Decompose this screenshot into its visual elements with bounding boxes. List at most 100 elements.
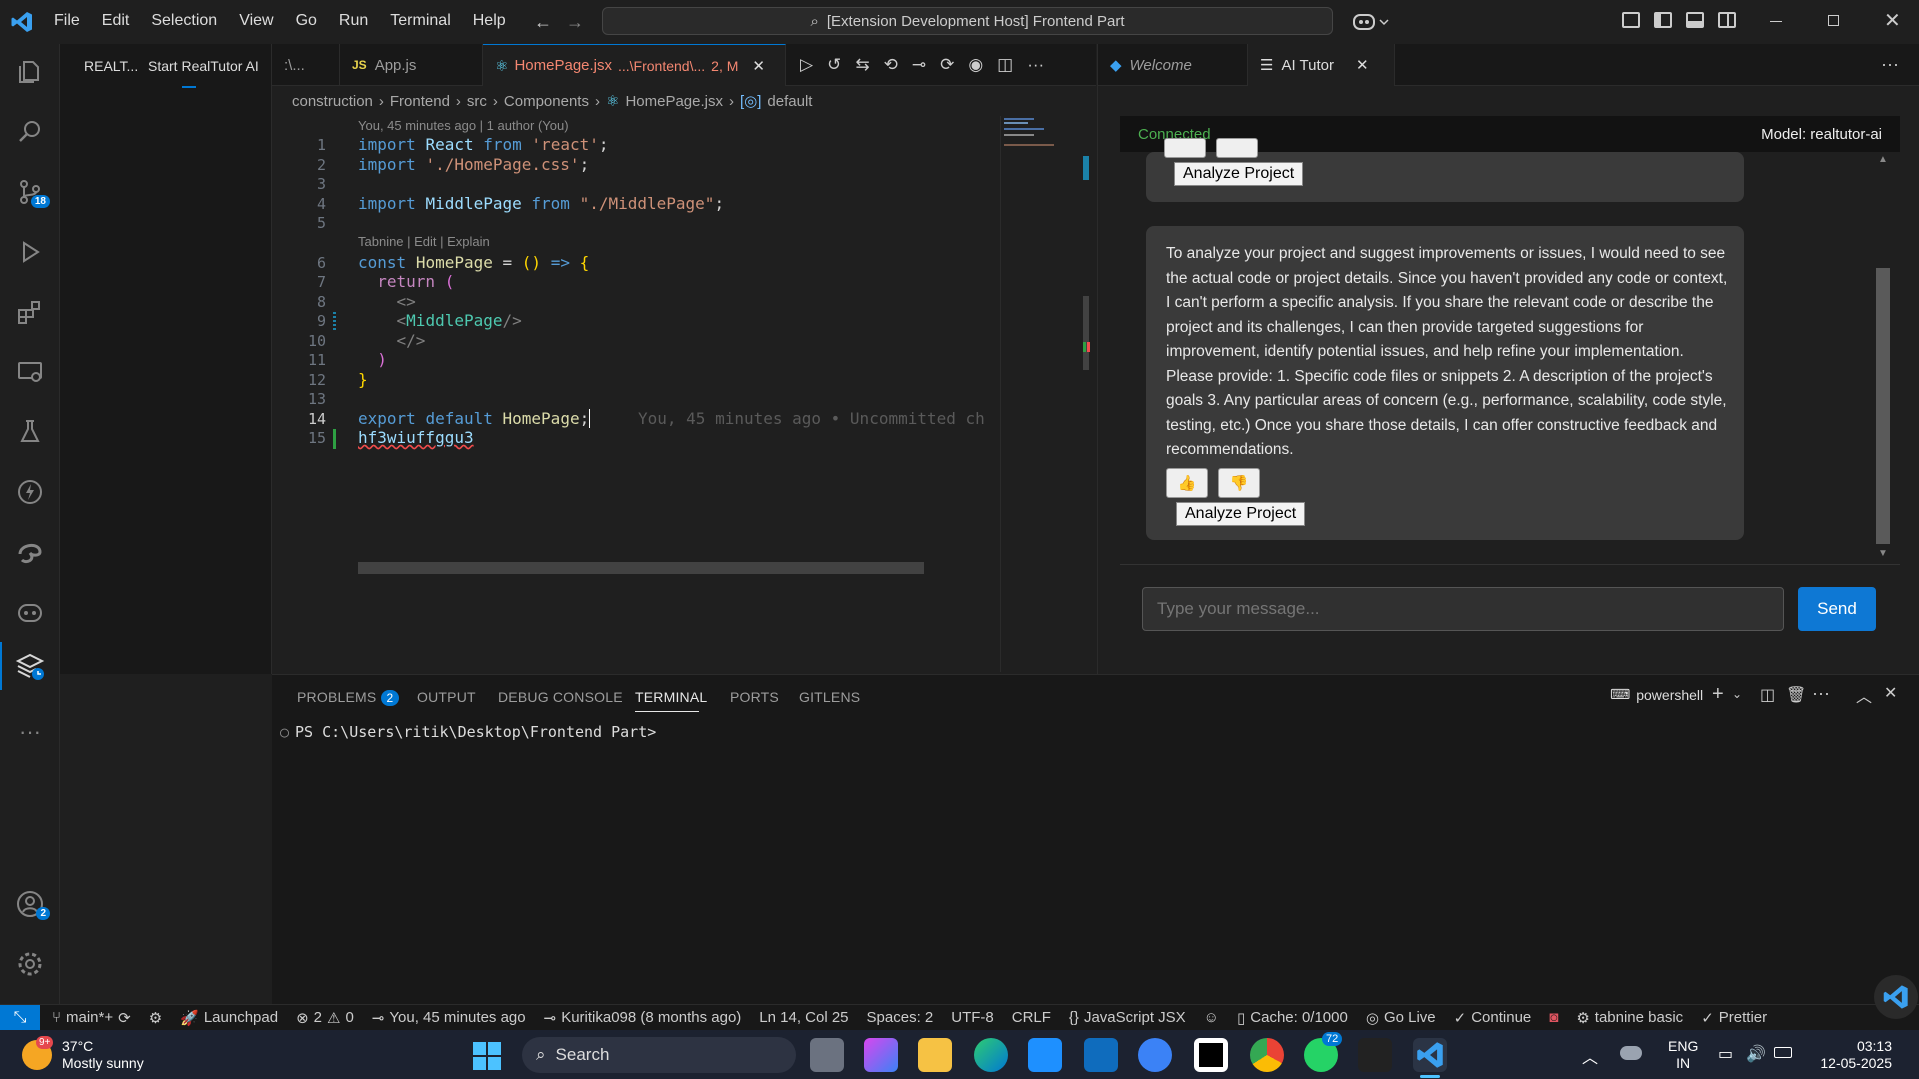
command-center[interactable]: ⌕ [Extension Development Host] Frontend … xyxy=(602,7,1333,35)
previous-change-icon[interactable]: ⟲ xyxy=(884,55,898,75)
network-icon[interactable]: ▭ xyxy=(1718,1044,1733,1064)
onedrive-icon[interactable] xyxy=(1620,1046,1642,1060)
continue-status[interactable]: ✓ Continue xyxy=(1454,1009,1532,1027)
clock[interactable]: 03:13 12-05-2025 xyxy=(1820,1038,1892,1072)
toggle-sidebar-icon[interactable] xyxy=(1654,12,1672,28)
toggle-secondary-sidebar-icon[interactable] xyxy=(1718,12,1736,28)
launchpad-status[interactable]: 🚀 Launchpad xyxy=(180,1009,278,1027)
author-status[interactable]: ⊸ Kuritika098 (8 months ago) xyxy=(544,1009,742,1027)
back-arrow-icon[interactable]: ← xyxy=(534,12,552,33)
prettier-status[interactable]: ✓ Prettier xyxy=(1701,1009,1767,1027)
analyze-project-button[interactable]: Analyze Project xyxy=(1174,162,1304,186)
menu-file[interactable]: File xyxy=(54,12,80,30)
sidebar-tab-realt[interactable]: REALT... xyxy=(84,58,138,74)
explorer-icon[interactable] xyxy=(12,54,48,90)
copilot-icon[interactable] xyxy=(1352,10,1390,34)
search-icon[interactable] xyxy=(12,114,48,150)
codelens[interactable]: Tabnine | Edit | Explain xyxy=(358,234,490,249)
thumbs-up-button[interactable]: 👍 xyxy=(1166,468,1208,498)
tab-ai-tutor[interactable]: ☰ AI Tutor ✕ xyxy=(1248,44,1395,86)
thumbs-down-button[interactable] xyxy=(1216,138,1258,158)
commit-icon[interactable]: ⊸ xyxy=(912,55,926,75)
edge-icon[interactable] xyxy=(12,534,48,570)
tabnine-robot-status[interactable]: ◙ xyxy=(1549,1009,1558,1026)
language-mode[interactable]: {} JavaScript JSX xyxy=(1069,1009,1186,1026)
chevron-down-icon[interactable]: ⌄ xyxy=(1732,687,1742,701)
breadcrumb-item[interactable]: HomePage.jsx xyxy=(625,93,723,110)
minimap[interactable] xyxy=(1000,116,1090,672)
chat-scrollbar[interactable] xyxy=(1876,268,1890,544)
cache-status[interactable]: ▯ Cache: 0/1000 xyxy=(1237,1009,1348,1027)
close-window-icon[interactable]: ✕ xyxy=(1884,8,1901,33)
tab-gitlens[interactable]: GITLENS xyxy=(799,689,860,705)
outlook-icon[interactable] xyxy=(1084,1038,1118,1072)
settings-gear-icon[interactable] xyxy=(12,946,48,982)
end-of-line[interactable]: CRLF xyxy=(1012,1009,1051,1026)
lightning-icon[interactable] xyxy=(12,474,48,510)
task-view-icon[interactable] xyxy=(810,1038,844,1072)
file-explorer-icon[interactable] xyxy=(918,1038,952,1072)
menu-selection[interactable]: Selection xyxy=(151,12,217,30)
timeline-icon[interactable]: ↺ xyxy=(827,55,841,75)
tab-homepage-jsx[interactable]: ⚛ HomePage.jsx ...\Frontend\... 2, M ✕ xyxy=(483,44,786,86)
restore-icon[interactable] xyxy=(1828,15,1839,26)
tabnine-status[interactable]: ⚙ tabnine basic xyxy=(1576,1009,1683,1027)
tab-debug-console[interactable]: DEBUG CONSOLE xyxy=(498,689,623,705)
chrome-icon[interactable] xyxy=(1250,1038,1284,1072)
close-panel-icon[interactable]: ✕ xyxy=(1884,683,1897,703)
scroll-up-icon[interactable]: ▲ xyxy=(1878,154,1888,165)
breadcrumb-item[interactable]: construction xyxy=(292,93,373,110)
sidebar-tab-start-realtutor[interactable]: Start RealTutor AI xyxy=(148,58,259,74)
analyze-project-button[interactable]: Analyze Project xyxy=(1176,502,1306,526)
menu-go[interactable]: Go xyxy=(296,12,317,30)
menu-help[interactable]: Help xyxy=(473,12,506,30)
problems-status[interactable]: ⊗ 2 ⚠ 0 xyxy=(296,1009,354,1027)
weather-widget[interactable]: 9+ 37°C Mostly sunny xyxy=(22,1036,144,1072)
tray-chevron-up-icon[interactable]: ︿ xyxy=(1582,1044,1598,1068)
run-icon[interactable]: ▷ xyxy=(800,55,813,75)
cursor-position[interactable]: Ln 14, Col 25 xyxy=(759,1009,848,1026)
breadcrumb-item[interactable]: src xyxy=(467,93,487,110)
encoding[interactable]: UTF-8 xyxy=(951,1009,994,1026)
menu-terminal[interactable]: Terminal xyxy=(390,12,450,30)
go-live-status[interactable]: ◎ Go Live xyxy=(1366,1009,1436,1027)
minimize-icon[interactable] xyxy=(1770,21,1782,22)
close-tab-icon[interactable]: ✕ xyxy=(752,57,765,75)
branch-status[interactable]: ⑂ main*+ ⟳ xyxy=(52,1009,131,1027)
realtutor-icon[interactable] xyxy=(12,648,48,684)
shield-app-icon[interactable] xyxy=(1138,1038,1172,1072)
toggle-panel-icon[interactable] xyxy=(1686,12,1704,28)
menu-edit[interactable]: Edit xyxy=(102,12,130,30)
run-debug-icon[interactable] xyxy=(12,234,48,270)
menu-view[interactable]: View xyxy=(239,12,273,30)
more-icon[interactable]: ··· xyxy=(12,714,48,750)
language-indicator[interactable]: ENG IN xyxy=(1668,1038,1698,1072)
edge-browser-icon[interactable] xyxy=(974,1038,1008,1072)
accounts-icon[interactable]: 2 xyxy=(12,886,50,922)
whatsapp-icon[interactable]: 72 xyxy=(1304,1032,1343,1072)
trash-icon[interactable]: 🗑 xyxy=(1786,685,1806,705)
split-editor-icon[interactable]: ◫ xyxy=(997,55,1013,75)
layout-customize-icon[interactable] xyxy=(1622,12,1640,28)
vscode-taskbar-icon[interactable] xyxy=(1413,1038,1447,1072)
extensions-icon[interactable] xyxy=(12,294,48,330)
tab-app-js[interactable]: JS App.js xyxy=(340,44,483,86)
volume-icon[interactable]: 🔊 xyxy=(1746,1044,1766,1064)
taskbar-search[interactable]: ⌕ Search xyxy=(522,1037,796,1073)
terminal-app-icon[interactable] xyxy=(1358,1038,1392,1072)
copilot-chat-icon[interactable] xyxy=(12,594,48,630)
terminal-output[interactable]: ○ PS C:\Users\ritik\Desktop\Frontend Par… xyxy=(280,723,656,741)
bug-status[interactable]: ⚙ xyxy=(149,1009,162,1027)
store-icon[interactable] xyxy=(1028,1038,1062,1072)
chat-message-input[interactable] xyxy=(1142,587,1784,631)
code-editor[interactable]: You, 45 minutes ago | 1 author (You) 1 i… xyxy=(272,116,999,656)
tab-output[interactable]: OUTPUT xyxy=(417,689,476,705)
source-control-icon[interactable]: 18 xyxy=(12,174,50,210)
more-actions-icon[interactable]: ··· xyxy=(1881,54,1899,75)
remote-indicator[interactable]: ⤡ xyxy=(0,1004,40,1031)
compare-changes-icon[interactable]: ⇆ xyxy=(855,55,869,75)
breadcrumb-item[interactable]: default xyxy=(767,93,812,110)
start-icon[interactable] xyxy=(473,1042,501,1070)
tab-welcome[interactable]: ◆ Welcome xyxy=(1098,44,1248,86)
remote-explorer-icon[interactable] xyxy=(12,354,48,390)
